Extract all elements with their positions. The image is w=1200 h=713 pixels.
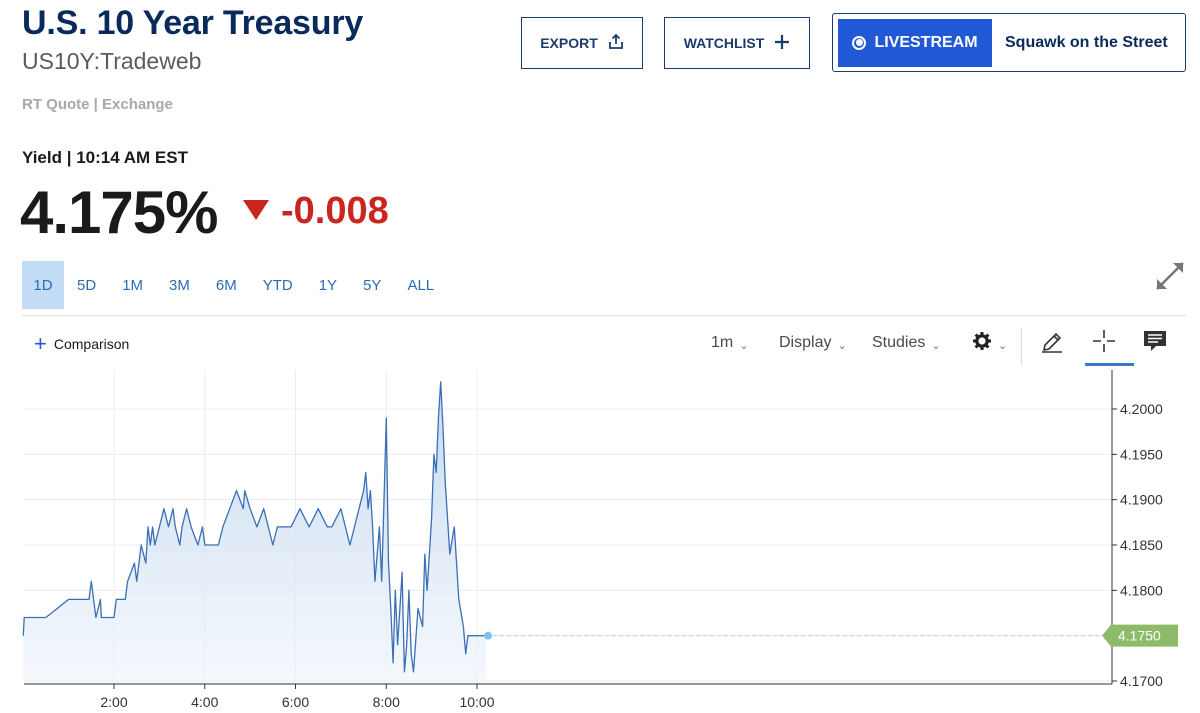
price-chart[interactable]: 4.2000 4.1950 4.1900 4.1850 4.1800 4.1700 4.17… bbox=[0, 0, 1200, 713]
chart-area-fill bbox=[23, 381, 487, 684]
x-tick-label: 10:00 bbox=[459, 694, 494, 710]
y-tick-label: 4.1900 bbox=[1120, 492, 1163, 508]
last-value-dot bbox=[484, 631, 493, 640]
y-tick-label: 4.1950 bbox=[1120, 446, 1163, 462]
series-area bbox=[23, 381, 487, 684]
last-value-label: 4.1750 bbox=[1118, 628, 1161, 644]
x-tick-label: 8:00 bbox=[373, 694, 400, 710]
x-tick-label: 2:00 bbox=[100, 694, 127, 710]
y-tick-label: 4.1800 bbox=[1120, 582, 1163, 598]
y-tick-label: 4.1700 bbox=[1120, 673, 1163, 689]
y-tick-label: 4.2000 bbox=[1120, 401, 1163, 417]
y-tick-label: 4.1850 bbox=[1120, 537, 1163, 553]
x-tick-label: 6:00 bbox=[282, 694, 309, 710]
x-tick-label: 4:00 bbox=[191, 694, 218, 710]
quote-page: U.S. 10 Year Treasury US10Y:Tradeweb RT … bbox=[0, 0, 1200, 713]
